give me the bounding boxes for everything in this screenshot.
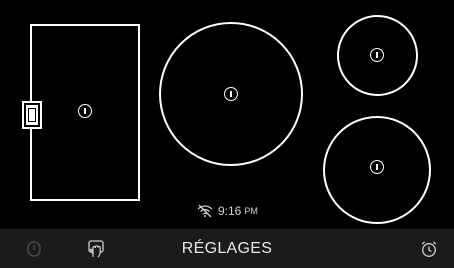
zone-power-icon-center[interactable] [224, 87, 238, 101]
settings-label[interactable]: RÉGLAGES [0, 229, 454, 268]
cooktop-screen: 9:16 PM RÉGLAGES [0, 0, 454, 268]
zone-power-icon-right-top[interactable] [370, 48, 384, 62]
status-line: 9:16 PM [196, 203, 258, 219]
clock-ampm: PM [244, 206, 258, 216]
clock-time: 9:16 [218, 204, 242, 218]
bottom-bar: RÉGLAGES [0, 229, 454, 268]
zone-power-icon-right-bottom[interactable] [370, 160, 384, 174]
timer-button[interactable] [417, 237, 441, 261]
bridge-slider-handle[interactable] [22, 101, 42, 129]
wifi-off-icon [196, 204, 214, 218]
timer-icon [420, 240, 438, 258]
zone-power-icon-left[interactable] [78, 104, 92, 118]
